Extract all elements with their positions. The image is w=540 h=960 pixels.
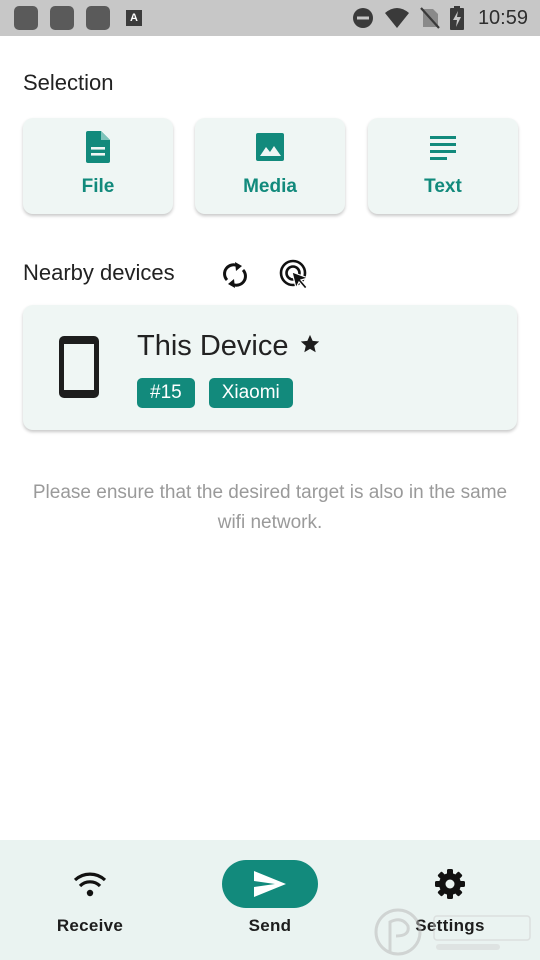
nav-receive-label: Receive bbox=[56, 916, 124, 935]
battery-charging-icon bbox=[449, 6, 464, 30]
network-hint-text: Please ensure that the desired target is… bbox=[32, 482, 508, 533]
do-not-disturb-icon bbox=[352, 7, 374, 29]
device-tags: #15 Xiaomi bbox=[137, 378, 293, 408]
nav-send-label: Send bbox=[248, 916, 292, 935]
media-card-label: Media bbox=[243, 176, 297, 197]
nearby-devices-title: Nearby devices bbox=[23, 260, 175, 285]
device-tag-id: #15 bbox=[137, 378, 195, 408]
text-card-button[interactable]: Text bbox=[368, 118, 518, 214]
device-card-this-device[interactable]: This Device #15 Xiaomi bbox=[23, 305, 517, 430]
file-card-label: File bbox=[81, 176, 115, 197]
file-card-button[interactable]: File bbox=[23, 118, 173, 214]
gear-icon bbox=[402, 860, 498, 908]
file-icon bbox=[81, 130, 115, 164]
nav-receive[interactable]: Receive bbox=[30, 860, 150, 950]
device-name-row: This Device bbox=[137, 330, 321, 363]
no-sim-icon bbox=[420, 7, 440, 29]
send-screen: A 10:59 Selection File Media Text Nearby… bbox=[0, 0, 540, 960]
notification-letter-icon: A bbox=[126, 10, 142, 26]
text-card-label: Text bbox=[424, 176, 462, 197]
text-icon bbox=[426, 130, 460, 164]
media-card-button[interactable]: Media bbox=[195, 118, 345, 214]
star-icon bbox=[299, 333, 321, 360]
device-tag-brand: Xiaomi bbox=[208, 378, 293, 408]
device-name: This Device bbox=[137, 330, 289, 362]
app-notification-icon bbox=[86, 6, 110, 30]
status-bar: A 10:59 bbox=[0, 0, 540, 36]
send-icon bbox=[222, 860, 318, 908]
refresh-icon[interactable] bbox=[218, 258, 252, 292]
app-notification-icon bbox=[50, 6, 74, 30]
nav-send[interactable]: Send bbox=[210, 860, 330, 950]
app-notification-icon bbox=[14, 6, 38, 30]
status-icons: 10:59 bbox=[352, 0, 528, 36]
image-icon bbox=[253, 130, 287, 164]
wifi-signal-icon bbox=[384, 7, 410, 29]
phone-icon bbox=[58, 335, 100, 404]
selection-title: Selection bbox=[23, 70, 114, 95]
manual-select-icon[interactable] bbox=[278, 258, 312, 292]
status-time: 10:59 bbox=[477, 6, 528, 29]
watermark-logo bbox=[374, 902, 540, 960]
wifi-icon bbox=[42, 860, 138, 908]
